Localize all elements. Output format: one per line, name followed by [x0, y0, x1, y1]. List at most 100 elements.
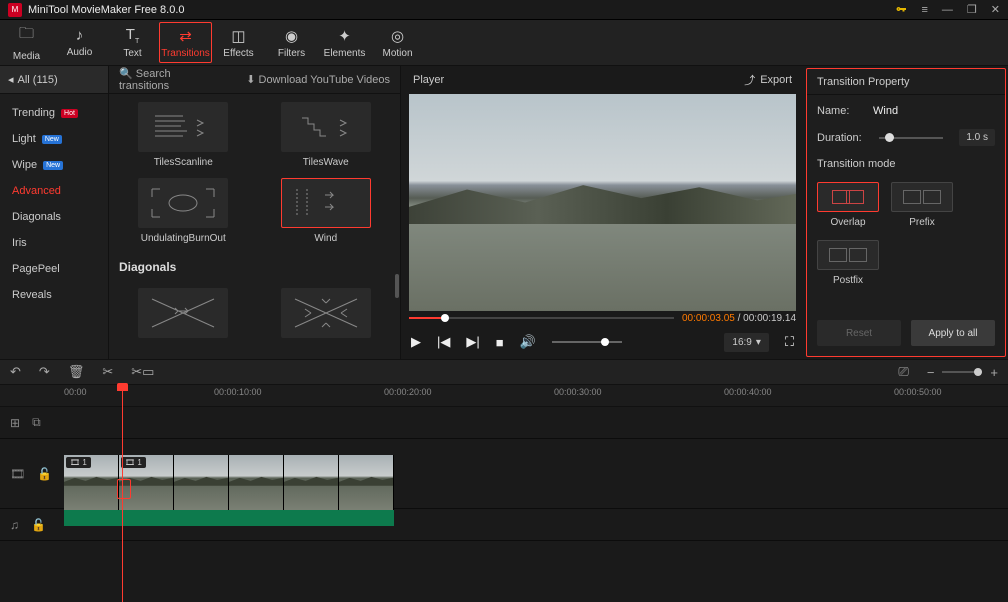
prev-frame-button[interactable]: |◀ [437, 334, 450, 350]
sidebar-item-wipe[interactable]: WipeNew [0, 152, 108, 178]
duration-slider[interactable] [879, 137, 943, 139]
maximize-icon[interactable]: ❐ [967, 3, 977, 16]
audio-track-icon: ♫ [10, 518, 19, 532]
key-icon[interactable] [895, 4, 907, 16]
sidebar-header[interactable]: ◂ All (115) [0, 66, 108, 94]
next-frame-button[interactable]: ▶| [466, 334, 479, 350]
clip-6[interactable] [339, 455, 394, 510]
tab-text[interactable]: TTText [106, 20, 159, 65]
elements-icon: ✦ [338, 27, 351, 45]
track-header-row: ⊞ ⧉ [0, 407, 1008, 439]
duration-value[interactable]: 1.0 s [959, 129, 995, 146]
sidebar-item-diagonals[interactable]: Diagonals [0, 204, 108, 230]
time-total: 00:00:19.14 [743, 313, 796, 324]
fullscreen-button[interactable]: ⛶ [785, 334, 794, 350]
menu-icon[interactable]: ≡ [921, 4, 927, 16]
text-icon: TT [126, 26, 139, 45]
transitions-icon: ⇄ [179, 27, 192, 45]
export-icon: ⤴ [744, 72, 755, 88]
sidebar-item-advanced[interactable]: Advanced [0, 178, 108, 204]
transition-wind[interactable]: Wind [260, 178, 393, 244]
tab-elements[interactable]: ✦Elements [318, 20, 371, 65]
audio-clip[interactable] [64, 510, 394, 526]
transitions-gallery: 🔍 Search transitions ⬇ Download YouTube … [109, 66, 400, 359]
clip-3[interactable] [174, 455, 229, 510]
tab-audio[interactable]: ♪Audio [53, 20, 106, 65]
category-sidebar: ◂ All (115) TrendingHot LightNew WipeNew… [0, 66, 109, 359]
sidebar-item-reveals[interactable]: Reveals [0, 282, 108, 308]
gallery-scrollbar[interactable] [395, 274, 399, 298]
delete-button[interactable]: 🗑 [68, 364, 85, 380]
transition-tileswave[interactable]: TilesWave [260, 102, 393, 168]
transition-diagonal-1[interactable] [117, 288, 250, 338]
zoom-slider[interactable] [942, 371, 982, 373]
category-diagonals-heading: Diagonals [117, 254, 392, 278]
timeline: 00:00 00:00:10:00 00:00:20:00 00:00:30:0… [0, 385, 1008, 602]
edit-toolbar: ↶ ↷ 🗑 ✂ ✂▭ ⎚ − + [0, 359, 1008, 385]
sidebar-item-pagepeel[interactable]: PagePeel [0, 256, 108, 282]
progress-bar[interactable]: 00:00:03.05 / 00:00:19.14 [401, 311, 804, 325]
clip-1[interactable] [64, 455, 119, 510]
name-label: Name: [817, 105, 863, 117]
apply-to-all-button[interactable]: Apply to all [911, 320, 995, 346]
main-toolbar: 🗀Media ♪Audio TTText ⇄Transitions ◫Effec… [0, 20, 1008, 66]
crop-button[interactable]: ✂▭ [131, 364, 154, 380]
clip-4[interactable] [229, 455, 284, 510]
tab-motion[interactable]: ◎Motion [371, 20, 424, 65]
minimize-icon[interactable]: — [942, 4, 953, 16]
props-title: Transition Property [807, 69, 1005, 95]
chevron-down-icon: ▾ [756, 337, 761, 348]
clip-5[interactable] [284, 455, 339, 510]
video-clips[interactable] [64, 455, 394, 510]
transition-tilesscanline[interactable]: TilesScanline [117, 102, 250, 168]
mode-overlap[interactable]: Overlap [817, 182, 879, 228]
transition-property-panel: Transition Property Name: Wind Duration:… [806, 68, 1006, 357]
tab-transitions[interactable]: ⇄Transitions [159, 22, 212, 63]
reset-button[interactable]: Reset [817, 320, 901, 346]
transition-diagonal-2[interactable] [260, 288, 393, 338]
volume-slider[interactable] [552, 341, 622, 343]
tab-media[interactable]: 🗀Media [0, 20, 53, 65]
filters-icon: ◉ [285, 27, 298, 45]
time-current: 00:00:03.05 [682, 313, 735, 324]
timeline-ruler[interactable]: 00:00 00:00:10:00 00:00:20:00 00:00:30:0… [0, 385, 1008, 407]
redo-button[interactable]: ↷ [39, 364, 50, 380]
duration-label: Duration: [817, 132, 863, 144]
sidebar-item-light[interactable]: LightNew [0, 126, 108, 152]
search-transitions[interactable]: 🔍 Search transitions [119, 67, 186, 92]
lock-icon[interactable]: 🔓 [37, 467, 52, 481]
video-preview[interactable] [409, 94, 796, 311]
close-icon[interactable]: ✕ [991, 3, 1000, 16]
copy-track-icon[interactable]: ⧉ [32, 415, 41, 430]
sidebar-item-iris[interactable]: Iris [0, 230, 108, 256]
split-button[interactable]: ✂ [102, 364, 113, 380]
play-button[interactable]: ▶ [411, 334, 421, 350]
undo-button[interactable]: ↶ [10, 364, 21, 380]
aspect-ratio-select[interactable]: 16:9 ▾ [724, 333, 769, 352]
transition-undulatingburnout[interactable]: UndulatingBurnOut [117, 178, 250, 244]
volume-icon[interactable]: 🔊 [520, 334, 536, 350]
transition-marker[interactable] [117, 479, 131, 499]
name-value: Wind [873, 105, 898, 117]
zoom-out-button[interactable]: − [927, 365, 935, 380]
fit-icon[interactable]: ⎚ [898, 364, 908, 380]
export-button[interactable]: ⤴Export [744, 72, 792, 88]
mode-prefix[interactable]: Prefix [891, 182, 953, 228]
lock-icon[interactable]: 🔓 [31, 518, 46, 532]
effects-icon: ◫ [231, 27, 245, 45]
mode-postfix[interactable]: Postfix [817, 240, 879, 286]
player-panel: Player ⤴Export 00:00:03.05 / 00:00:19.14… [400, 66, 804, 359]
transition-mode-label: Transition mode [817, 158, 995, 170]
download-youtube-link[interactable]: ⬇ Download YouTube Videos [246, 73, 390, 86]
motion-icon: ◎ [391, 27, 404, 45]
transition-thumb [138, 288, 228, 338]
transition-thumb [281, 102, 371, 152]
sidebar-item-trending[interactable]: TrendingHot [0, 100, 108, 126]
app-title: MiniTool MovieMaker Free 8.0.0 [28, 4, 895, 16]
stop-button[interactable]: ■ [496, 335, 504, 350]
add-track-icon[interactable]: ⊞ [10, 416, 20, 430]
tab-filters[interactable]: ◉Filters [265, 20, 318, 65]
tab-effects[interactable]: ◫Effects [212, 20, 265, 65]
title-bar: M MiniTool MovieMaker Free 8.0.0 ≡ — ❐ ✕ [0, 0, 1008, 20]
zoom-in-button[interactable]: + [990, 365, 998, 380]
